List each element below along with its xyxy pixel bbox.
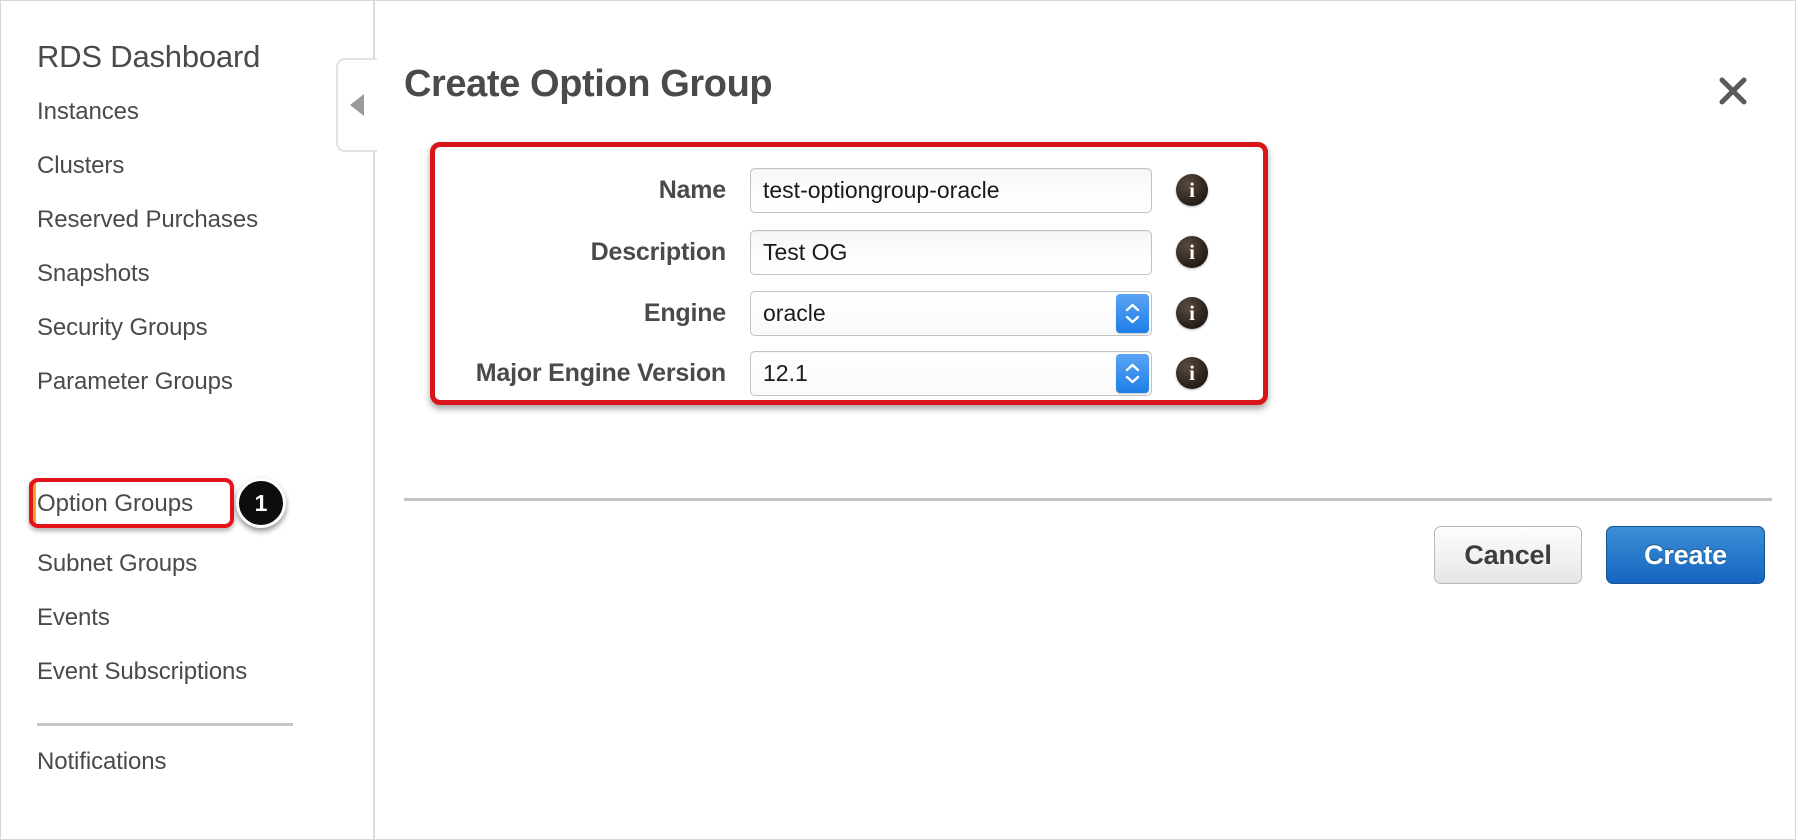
sidebar-item-parameter-groups[interactable]: Parameter Groups: [37, 368, 233, 396]
sidebar-item-instances[interactable]: Instances: [37, 98, 139, 126]
major-engine-version-select-stepper[interactable]: [1116, 353, 1149, 393]
sidebar-navigation: RDS Dashboard Instances Clusters Reserve…: [1, 1, 375, 839]
form-row-engine: Engine oracle i: [377, 290, 1257, 336]
name-label: Name: [658, 175, 726, 204]
sidebar-divider: [37, 723, 293, 726]
name-input[interactable]: [750, 167, 1152, 213]
page-title: Create Option Group: [404, 63, 773, 105]
create-button[interactable]: Create: [1606, 526, 1765, 584]
form-row-name: Name i: [377, 167, 1257, 213]
footer-divider: [404, 498, 1772, 501]
sidebar-item-event-subscriptions[interactable]: Event Subscriptions: [37, 658, 247, 686]
engine-select-stepper[interactable]: [1116, 293, 1149, 333]
engine-select[interactable]: oracle: [750, 290, 1152, 336]
form-row-major-engine-version: Major Engine Version 12.1 i: [377, 350, 1257, 396]
triangle-left-icon: [350, 94, 364, 116]
screenshot-root: RDS Dashboard Instances Clusters Reserve…: [0, 0, 1796, 840]
sidebar-item-notifications[interactable]: Notifications: [37, 748, 167, 776]
sidebar-item-snapshots[interactable]: Snapshots: [37, 260, 150, 288]
cancel-button[interactable]: Cancel: [1434, 526, 1582, 584]
description-input[interactable]: [750, 229, 1152, 275]
engine-label: Engine: [643, 298, 726, 327]
dialog-footer-actions: Cancel Create: [1434, 526, 1765, 584]
major-engine-version-select-value: 12.1: [750, 350, 1152, 396]
engine-select-value: oracle: [750, 290, 1152, 336]
sidebar-item-reserved-purchases[interactable]: Reserved Purchases: [37, 206, 258, 234]
sidebar-item-option-groups-label: Option Groups: [37, 490, 194, 517]
create-option-group-dialog: Create Option Group Name i Description i…: [377, 1, 1795, 839]
info-icon-engine[interactable]: i: [1176, 297, 1208, 329]
annotation-badge-1: 1: [236, 478, 286, 528]
sidebar-collapse-button[interactable]: [336, 58, 382, 152]
sidebar-title: RDS Dashboard: [37, 39, 261, 74]
chevron-down-icon: [1125, 375, 1140, 383]
major-engine-version-select[interactable]: 12.1: [750, 350, 1152, 396]
info-icon-major-engine-version[interactable]: i: [1176, 357, 1208, 389]
info-icon-description[interactable]: i: [1176, 236, 1208, 268]
sidebar-item-subnet-groups[interactable]: Subnet Groups: [37, 550, 197, 578]
info-icon-name[interactable]: i: [1176, 174, 1208, 206]
chevron-up-icon: [1125, 303, 1140, 311]
close-icon[interactable]: [1713, 71, 1753, 111]
chevron-up-icon: [1125, 363, 1140, 371]
sidebar-item-events[interactable]: Events: [37, 604, 110, 632]
sidebar-item-clusters[interactable]: Clusters: [37, 152, 124, 180]
major-engine-version-label: Major Engine Version: [475, 358, 726, 387]
chevron-down-icon: [1125, 315, 1140, 323]
form-row-description: Description i: [377, 229, 1257, 275]
description-label: Description: [590, 237, 727, 266]
sidebar-item-security-groups[interactable]: Security Groups: [37, 314, 208, 342]
